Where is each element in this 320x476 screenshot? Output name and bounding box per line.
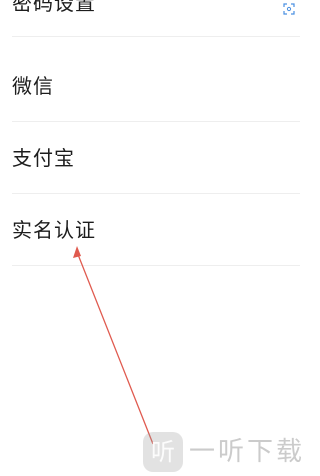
settings-item-label: 密码设置 xyxy=(12,0,96,15)
watermark-text: 一听下载 xyxy=(189,437,306,467)
watermark-logo-icon: 听 xyxy=(143,432,183,472)
settings-item-label: 实名认证 xyxy=(12,218,96,242)
settings-item-password[interactable]: 密码设置 xyxy=(0,0,300,15)
settings-item-label: 支付宝 xyxy=(12,146,75,170)
divider xyxy=(12,265,300,266)
divider xyxy=(12,36,300,37)
watermark: 听 一听下载 xyxy=(143,432,302,476)
settings-item-alipay[interactable]: 支付宝 xyxy=(0,146,300,170)
watermark-badge-text: 听 xyxy=(151,438,175,466)
settings-item-real-name-verification[interactable]: 实名认证 xyxy=(0,218,300,242)
settings-screen: 密码设置 微信 支付宝 实名认证 听 一听下载 xyxy=(0,0,302,476)
divider xyxy=(12,121,300,122)
divider xyxy=(12,193,300,194)
scan-icon[interactable] xyxy=(283,0,295,15)
settings-item-wechat[interactable]: 微信 xyxy=(0,74,300,98)
settings-item-label: 微信 xyxy=(12,74,54,98)
